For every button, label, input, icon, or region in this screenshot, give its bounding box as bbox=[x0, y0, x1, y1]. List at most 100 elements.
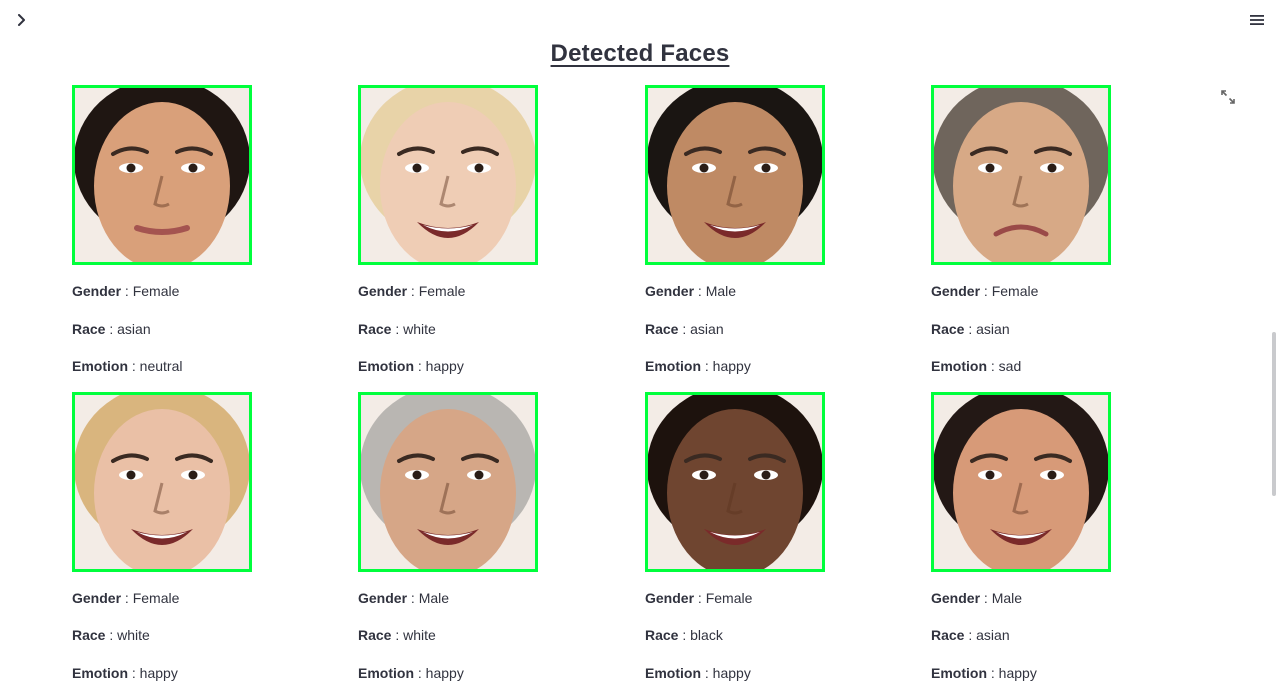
gender-label: Gender bbox=[358, 590, 408, 606]
face-thumbnail bbox=[361, 88, 535, 262]
emotion-row: Emotion : happy bbox=[358, 665, 464, 681]
page-title: Detected Faces bbox=[550, 40, 730, 67]
face-card: Gender : Male Race : white Emotion : hap… bbox=[358, 392, 558, 681]
gender-value: Female bbox=[132, 283, 180, 299]
emotion-row: Emotion : sad bbox=[931, 358, 1021, 374]
gender-value: Male bbox=[705, 283, 737, 299]
main-menu-button[interactable] bbox=[1246, 10, 1268, 30]
separator: : bbox=[124, 283, 129, 299]
separator: : bbox=[968, 321, 973, 337]
separator: : bbox=[131, 358, 136, 374]
emotion-value: sad bbox=[998, 358, 1022, 374]
separator: : bbox=[968, 627, 973, 643]
chevron-right-icon bbox=[18, 14, 25, 26]
face-card: Gender : Female Race : asian Emotion : s… bbox=[931, 85, 1131, 374]
emotion-value: neutral bbox=[139, 358, 183, 374]
face-image bbox=[72, 392, 252, 572]
face-thumbnail bbox=[75, 88, 249, 262]
face-thumbnail bbox=[934, 88, 1108, 262]
face-image bbox=[645, 392, 825, 572]
separator: : bbox=[697, 283, 702, 299]
emotion-value: happy bbox=[998, 665, 1037, 681]
emotion-value: happy bbox=[139, 665, 178, 681]
hamburger-menu-icon bbox=[1250, 15, 1264, 25]
emotion-label: Emotion bbox=[645, 358, 701, 374]
sidebar-toggle-button[interactable] bbox=[12, 10, 32, 30]
race-value: black bbox=[690, 627, 723, 643]
separator: : bbox=[395, 321, 400, 337]
face-card: Gender : Male Race : asian Emotion : hap… bbox=[645, 85, 845, 374]
separator: : bbox=[124, 590, 129, 606]
gender-label: Gender bbox=[72, 283, 122, 299]
emotion-label: Emotion bbox=[358, 358, 414, 374]
gender-label: Gender bbox=[645, 283, 695, 299]
gender-value: Female bbox=[705, 590, 753, 606]
race-label: Race bbox=[931, 627, 965, 643]
race-row: Race : asian bbox=[931, 627, 1010, 643]
gender-value: Female bbox=[132, 590, 180, 606]
emotion-row: Emotion : happy bbox=[645, 665, 751, 681]
race-label: Race bbox=[72, 321, 106, 337]
separator: : bbox=[417, 358, 422, 374]
gender-row: Gender : Male bbox=[645, 283, 736, 299]
gender-label: Gender bbox=[645, 590, 695, 606]
emotion-label: Emotion bbox=[931, 358, 987, 374]
separator: : bbox=[417, 665, 422, 681]
expand-icon bbox=[1221, 90, 1235, 104]
gender-value: Male bbox=[418, 590, 450, 606]
emotion-label: Emotion bbox=[72, 358, 128, 374]
face-thumbnail bbox=[648, 88, 822, 262]
face-thumbnail bbox=[75, 395, 249, 569]
separator: : bbox=[131, 665, 136, 681]
race-value: white bbox=[403, 627, 436, 643]
emotion-label: Emotion bbox=[72, 665, 128, 681]
face-image bbox=[358, 85, 538, 265]
race-label: Race bbox=[72, 627, 106, 643]
gender-row: Gender : Male bbox=[931, 590, 1022, 606]
separator: : bbox=[990, 358, 995, 374]
race-row: Race : white bbox=[358, 321, 436, 337]
separator: : bbox=[990, 665, 995, 681]
race-value: asian bbox=[976, 627, 1010, 643]
race-label: Race bbox=[645, 627, 679, 643]
separator: : bbox=[704, 665, 709, 681]
gender-label: Gender bbox=[931, 590, 981, 606]
face-image bbox=[931, 85, 1111, 265]
fullscreen-button[interactable] bbox=[1220, 89, 1236, 105]
race-row: Race : asian bbox=[645, 321, 724, 337]
gender-label: Gender bbox=[72, 590, 122, 606]
emotion-label: Emotion bbox=[931, 665, 987, 681]
race-row: Race : asian bbox=[72, 321, 151, 337]
emotion-row: Emotion : happy bbox=[72, 665, 178, 681]
face-image bbox=[931, 392, 1111, 572]
race-label: Race bbox=[358, 627, 392, 643]
face-card: Gender : Female Race : black Emotion : h… bbox=[645, 392, 845, 681]
gender-value: Female bbox=[418, 283, 466, 299]
separator: : bbox=[410, 590, 415, 606]
gender-row: Gender : Female bbox=[72, 590, 179, 606]
emotion-value: happy bbox=[712, 665, 751, 681]
scrollbar-thumb[interactable] bbox=[1272, 332, 1276, 496]
race-label: Race bbox=[358, 321, 392, 337]
race-row: Race : asian bbox=[931, 321, 1010, 337]
separator: : bbox=[109, 627, 114, 643]
face-thumbnail bbox=[648, 395, 822, 569]
race-label: Race bbox=[645, 321, 679, 337]
separator: : bbox=[983, 590, 988, 606]
separator: : bbox=[682, 627, 687, 643]
gender-label: Gender bbox=[358, 283, 408, 299]
gender-value: Female bbox=[991, 283, 1039, 299]
emotion-label: Emotion bbox=[645, 665, 701, 681]
emotion-row: Emotion : happy bbox=[931, 665, 1037, 681]
separator: : bbox=[109, 321, 114, 337]
separator: : bbox=[983, 283, 988, 299]
race-label: Race bbox=[931, 321, 965, 337]
separator: : bbox=[395, 627, 400, 643]
race-value: asian bbox=[690, 321, 724, 337]
face-card: Gender : Female Race : asian Emotion : n… bbox=[72, 85, 272, 374]
emotion-row: Emotion : happy bbox=[358, 358, 464, 374]
race-value: white bbox=[403, 321, 436, 337]
race-row: Race : black bbox=[645, 627, 723, 643]
face-card: Gender : Female Race : white Emotion : h… bbox=[358, 85, 558, 374]
race-row: Race : white bbox=[358, 627, 436, 643]
